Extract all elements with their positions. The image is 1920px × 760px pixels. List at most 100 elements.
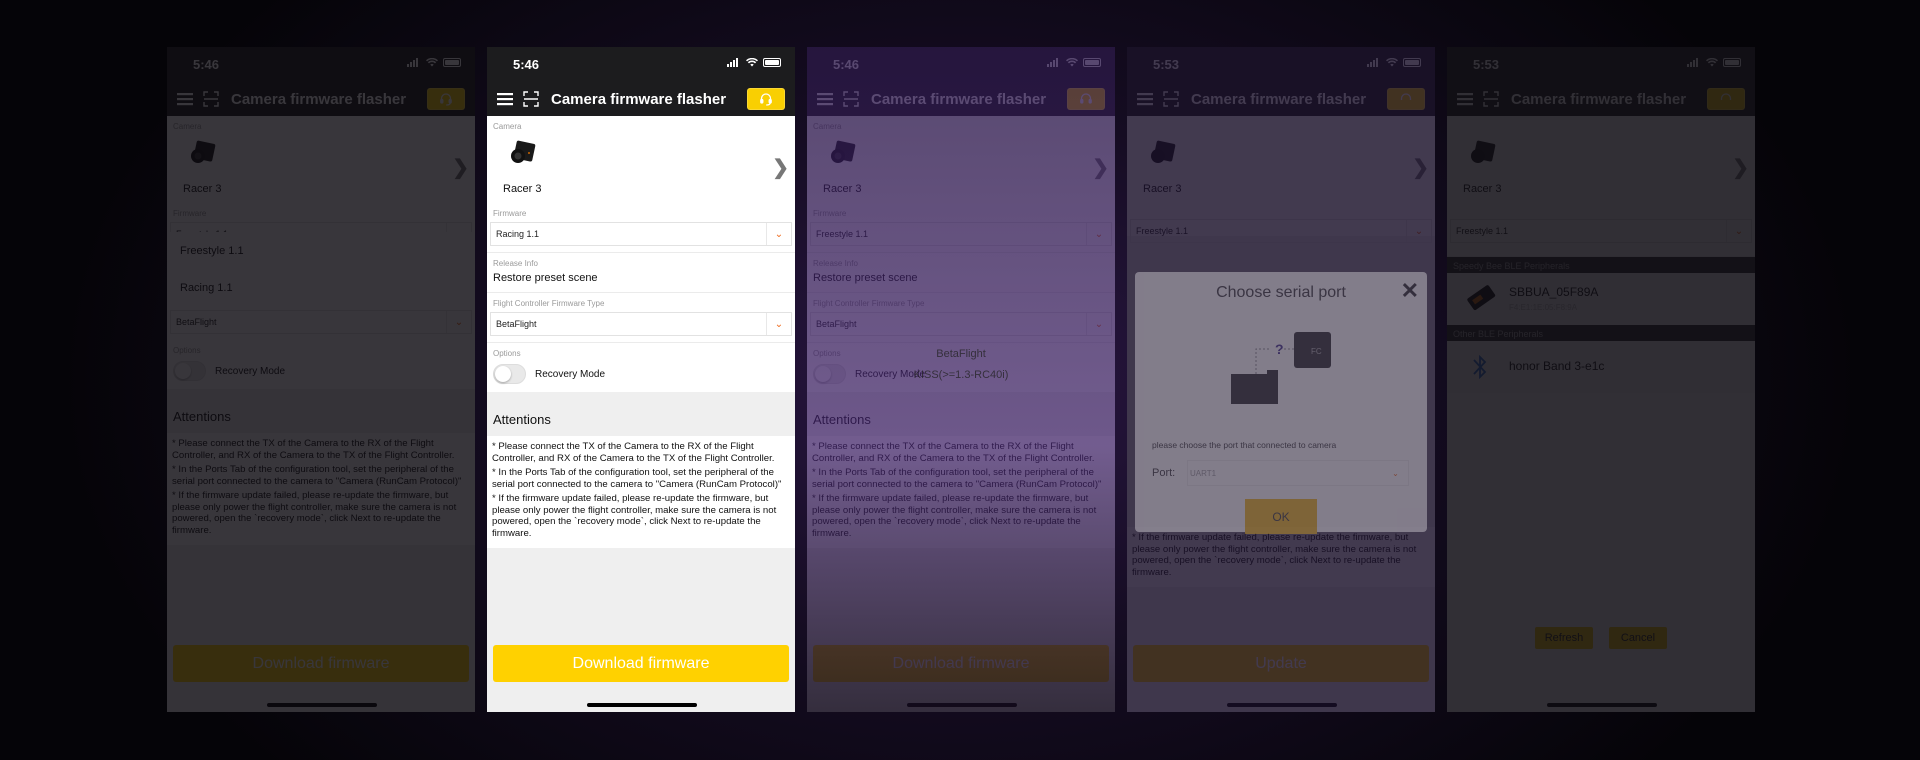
recovery-mode-toggle[interactable] (493, 364, 526, 384)
status-bar: 5:53 (1447, 47, 1755, 82)
fc-type-option[interactable]: BetaFlight (807, 344, 1115, 365)
firmware-label: Firmware (173, 209, 207, 218)
dialog-title: Choose serial port (1216, 284, 1346, 301)
attention-item: * Please connect the TX of the Camera to… (172, 438, 455, 461)
chevron-down-icon: ⌄ (1406, 220, 1431, 242)
help-button[interactable] (427, 88, 465, 110)
fc-type-option[interactable]: KISS(>=1.3-RC40i) (807, 365, 1115, 386)
fc-type-select[interactable]: BetaFlight ⌄ (810, 312, 1112, 336)
chevron-down-icon: ⌄ (1726, 220, 1751, 242)
wifi-icon (1066, 58, 1078, 67)
status-icons (1367, 58, 1421, 67)
ble-actions: Refresh Cancel (1447, 627, 1755, 649)
wifi-icon (1386, 58, 1398, 67)
attention-item: * If the firmware update failed, please … (812, 493, 1097, 539)
attention-item: * If the firmware update failed, please … (1132, 532, 1417, 578)
battery-icon (763, 58, 781, 67)
release-info-value: Restore preset scene (813, 272, 918, 284)
camera-label (1127, 116, 1435, 133)
scan-icon[interactable] (1483, 91, 1499, 107)
release-info-label: Release Info (493, 259, 538, 268)
port-select[interactable]: UART1 ⌄ (1187, 460, 1409, 486)
camera-label (1447, 116, 1755, 133)
camera-name: Racer 3 (1143, 183, 1182, 195)
camera-label: Camera (173, 122, 202, 131)
camera-name: Racer 3 (1463, 183, 1502, 195)
menu-icon[interactable] (497, 92, 513, 106)
port-label: Port: (1152, 467, 1176, 479)
camera-thumbnail (511, 140, 536, 163)
options-label: Options (493, 349, 521, 358)
camera-thumbnail (831, 140, 856, 163)
recovery-mode-label: Recovery Mode (535, 368, 606, 380)
camera-thumbnail (1471, 140, 1496, 163)
ble-device-name: SBBUA_05F89A (1509, 285, 1599, 299)
refresh-button[interactable]: Refresh (1535, 627, 1593, 649)
ble-device-row[interactable]: SBBUA_05F89A F4:E1:1E:05:F8:9A (1447, 273, 1755, 325)
download-firmware-button[interactable]: Download firmware (813, 645, 1109, 682)
release-info-value: Restore preset scene (493, 272, 598, 284)
camera-name: Racer 3 (823, 183, 862, 195)
help-button[interactable] (747, 88, 785, 110)
page-title: Camera firmware flasher (551, 90, 727, 108)
attention-item: * If the firmware update failed, please … (492, 493, 777, 539)
ok-button[interactable]: OK (1245, 499, 1317, 534)
attentions-list: * If the firmware update failed, please … (1127, 527, 1435, 587)
camera-selector[interactable]: Racer 3 ❯ (807, 133, 1115, 203)
camera-selector[interactable]: Racer 3 ❯ (1447, 133, 1755, 203)
serial-port-illustration: FC ? (1231, 332, 1331, 404)
menu-icon[interactable] (1137, 92, 1153, 106)
attention-item: * Please connect the TX of the Camera to… (492, 441, 775, 464)
attentions-title: Attentions (807, 392, 1115, 436)
headset-icon (1720, 93, 1732, 100)
menu-icon[interactable] (1457, 92, 1473, 106)
firmware-option[interactable]: Freestyle 1.1 (167, 232, 475, 269)
phone-screen-1: 5:46 Camera firmware flasher Camera Race… (167, 47, 475, 712)
fc-type-select[interactable]: BetaFlight ⌄ (490, 312, 792, 336)
attentions-list: * Please connect the TX of the Camera to… (167, 433, 475, 545)
release-info-label: Release Info (813, 259, 858, 268)
scan-icon[interactable] (843, 91, 859, 107)
ble-device-row[interactable]: honor Band 3-e1c (1447, 341, 1755, 393)
help-button[interactable] (1707, 88, 1745, 110)
camera-selector[interactable]: Racer 3 ❯ (167, 133, 475, 203)
home-indicator (1547, 703, 1657, 707)
download-firmware-button[interactable]: Download firmware (493, 645, 789, 682)
attention-item: * In the Ports Tab of the configuration … (172, 464, 462, 487)
chevron-down-icon: ⌄ (766, 223, 791, 245)
battery-icon (1403, 58, 1421, 67)
scan-icon[interactable] (1163, 91, 1179, 107)
menu-icon[interactable] (177, 92, 193, 106)
fc-type-label: Flight Controller Firmware Type (493, 299, 605, 308)
nav-bar: Camera firmware flasher (1447, 82, 1755, 116)
update-button[interactable]: Update (1133, 645, 1429, 682)
scan-icon[interactable] (523, 91, 539, 107)
fc-type-value: BetaFlight (496, 319, 537, 329)
firmware-select[interactable]: Racing 1.1 ⌄ (490, 222, 792, 246)
help-button[interactable] (1067, 88, 1105, 110)
camera-selector[interactable]: Racer 3 ❯ (1127, 133, 1435, 203)
download-firmware-button[interactable]: Download firmware (173, 645, 469, 682)
port-value: UART1 (1190, 468, 1217, 478)
page-title: Camera firmware flasher (1511, 90, 1687, 108)
attentions-title: Attentions (487, 392, 795, 436)
firmware-option[interactable]: Racing 1.1 (167, 269, 475, 306)
port-row: Port: UART1 ⌄ (1152, 460, 1409, 486)
fc-type-select[interactable]: BetaFlight ⌄ (170, 310, 472, 334)
attention-item: * In the Ports Tab of the configuration … (812, 467, 1102, 490)
chevron-right-icon: ❯ (1092, 157, 1109, 179)
scan-icon[interactable] (203, 91, 219, 107)
menu-icon[interactable] (817, 92, 833, 106)
close-icon[interactable]: ✕ (1401, 278, 1419, 304)
status-icons (1047, 58, 1101, 67)
camera-selector[interactable]: Racer 3 ❯ (487, 133, 795, 203)
nav-bar: Camera firmware flasher (807, 82, 1115, 116)
firmware-select[interactable]: Freestyle 1.1 ⌄ (1130, 219, 1432, 243)
recovery-mode-toggle[interactable] (173, 361, 206, 381)
cancel-button[interactable]: Cancel (1609, 627, 1667, 649)
firmware-value: Freestyle 1.1 (1456, 226, 1509, 236)
chevron-right-icon: ❯ (772, 157, 789, 179)
firmware-select[interactable]: Freestyle 1.1 ⌄ (810, 222, 1112, 246)
firmware-select[interactable]: Freestyle 1.1 ⌄ (1450, 219, 1752, 243)
help-button[interactable] (1387, 88, 1425, 110)
